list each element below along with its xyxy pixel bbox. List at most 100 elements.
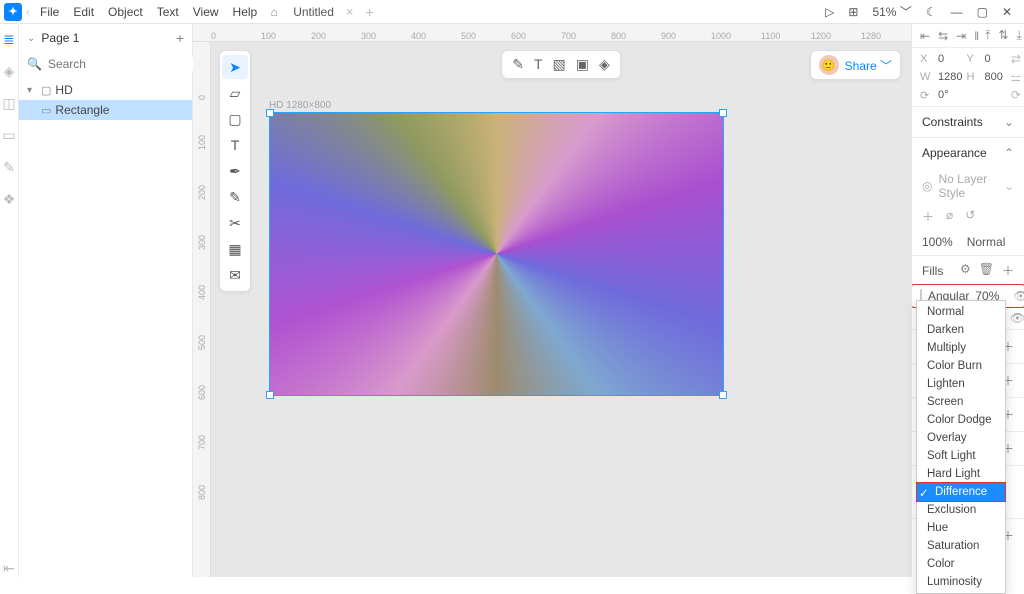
grid-tool-icon[interactable]: ▦ (222, 237, 248, 261)
blend-option-color-burn[interactable]: Color Burn (917, 357, 1005, 375)
play-icon[interactable]: ▷ (825, 5, 834, 19)
assets-icon[interactable]: ◈ (0, 62, 18, 80)
layer-style[interactable]: ◎ No Layer Style ⌄ (912, 168, 1024, 204)
lock-aspect-icon[interactable]: ⚍ (1007, 70, 1024, 84)
menu-file[interactable]: File (34, 3, 65, 21)
chevron-left-icon[interactable]: ‹ (26, 5, 30, 19)
blend-option-color[interactable]: Color (917, 555, 1005, 573)
align-right-icon[interactable]: ⇥ (956, 29, 966, 43)
maximize-icon[interactable]: ▢ (977, 5, 988, 19)
blend-option-exclusion[interactable]: Exclusion (917, 501, 1005, 519)
blend-option-luminosity[interactable]: Luminosity (917, 573, 1005, 591)
add-style-icon[interactable]: ＋ (922, 208, 934, 225)
menu-edit[interactable]: Edit (67, 3, 100, 21)
menu-view[interactable]: View (187, 3, 225, 21)
components-icon[interactable]: ◫ (0, 94, 18, 112)
styles-icon[interactable]: ▭ (0, 126, 18, 144)
y-label: Y (966, 53, 980, 65)
search-input[interactable] (48, 57, 203, 71)
collapse-icon[interactable]: ⇤ (0, 559, 18, 577)
swap-icon[interactable]: ⇄ (1007, 52, 1024, 66)
zoom-value[interactable]: 51% ﹀ (872, 3, 911, 20)
tree-item-rectangle[interactable]: ▭ Rectangle (19, 100, 192, 120)
blend-option-lighten[interactable]: Lighten (917, 375, 1005, 393)
stage[interactable]: ➤ ▱ ▢ T ✒ ✎ ✂ ▦ ✉ ✎ T ▧ ▣ (211, 42, 911, 577)
edit-icon[interactable]: ✎ (512, 56, 524, 73)
flip-icon[interactable]: ⟳ (1007, 88, 1024, 102)
blend-option-saturation[interactable]: Saturation (917, 537, 1005, 555)
resize-handle-br[interactable] (719, 391, 727, 399)
page-title[interactable]: Page 1 (41, 31, 169, 45)
align-center-v-icon[interactable]: ⇅ (998, 28, 1008, 43)
grid-icon[interactable]: ⊞ (848, 5, 858, 19)
menu-object[interactable]: Object (102, 3, 149, 21)
artboard[interactable] (269, 112, 724, 396)
text-tool-icon[interactable]: T (222, 133, 248, 157)
tree-item-hd[interactable]: ▾ ▢ HD (19, 80, 192, 100)
resize-handle-bl[interactable] (266, 391, 274, 399)
menu-help[interactable]: Help (227, 3, 264, 21)
text-icon[interactable]: T (534, 56, 543, 73)
h-value[interactable]: 800 (984, 71, 1002, 83)
w-value[interactable]: 1280 (938, 71, 962, 83)
fill-add-icon[interactable]: ＋ (1002, 262, 1014, 279)
slice-tool-icon[interactable]: ✂ (222, 211, 248, 235)
history-icon[interactable]: ❖ (0, 190, 18, 208)
app-logo-icon[interactable]: ✦ (4, 3, 22, 21)
twirl-icon[interactable]: ▾ (27, 85, 37, 96)
blend-option-screen[interactable]: Screen (917, 393, 1005, 411)
page-caret-icon[interactable]: ⌄ (27, 33, 35, 44)
avatar[interactable]: 🙂 (819, 55, 839, 75)
menu-text[interactable]: Text (151, 3, 185, 21)
align-bottom-icon[interactable]: ⤓ (1017, 28, 1022, 43)
align-center-h-icon[interactable]: ⇆ (938, 29, 948, 43)
document-title[interactable]: Untitled (285, 3, 342, 21)
constraints-section[interactable]: Constraints ⌄ (912, 106, 1024, 137)
share-button[interactable]: Share ﹀ (845, 57, 892, 74)
frame-tool-icon[interactable]: ▱ (222, 81, 248, 105)
pen-tool-icon[interactable]: ✒ (222, 159, 248, 183)
blend-option-soft-light[interactable]: Soft Light (917, 447, 1005, 465)
blend-option-hue[interactable]: Hue (917, 519, 1005, 537)
eye-icon[interactable]: 👁 (1010, 311, 1024, 325)
opacity-blend[interactable]: Normal (967, 235, 1006, 249)
link-style-icon[interactable]: ⌀ (946, 208, 953, 225)
align-left-icon[interactable]: ⇤ (920, 29, 930, 43)
comment-tool-icon[interactable]: ✉ (222, 263, 248, 287)
opacity-value[interactable]: 100% (922, 235, 953, 249)
resize-handle-tl[interactable] (266, 109, 274, 117)
x-value[interactable]: 0 (938, 53, 962, 65)
home-icon[interactable]: ⌂ (265, 5, 283, 19)
move-tool-icon[interactable]: ➤ (222, 55, 248, 79)
layers-ctx-icon[interactable]: ▧ (553, 56, 566, 73)
blend-option-color-dodge[interactable]: Color Dodge (917, 411, 1005, 429)
add-page-icon[interactable]: + (176, 30, 184, 46)
blend-option-hard-light[interactable]: Hard Light (917, 465, 1005, 483)
close-tab-icon[interactable]: × (346, 4, 354, 19)
plugins-icon[interactable]: ✎ (0, 158, 18, 176)
component-icon[interactable]: ◈ (599, 56, 610, 73)
eye-icon[interactable]: 👁 (1013, 289, 1024, 303)
fill-delete-icon[interactable]: 🗑 (979, 262, 994, 279)
blend-option-difference[interactable]: Difference (917, 483, 1005, 501)
rot-value[interactable]: 0° (938, 89, 962, 101)
pencil-tool-icon[interactable]: ✎ (222, 185, 248, 209)
theme-icon[interactable]: ☾ (926, 5, 937, 19)
distribute-h-icon[interactable]: ‖ (974, 29, 979, 43)
resize-handle-tr[interactable] (719, 109, 727, 117)
align-top-icon[interactable]: ⤒ (985, 28, 990, 43)
close-window-icon[interactable]: ✕ (1002, 5, 1012, 19)
group-icon[interactable]: ▣ (576, 56, 589, 73)
fill-settings-icon[interactable]: ⚙ (960, 262, 971, 279)
appearance-section[interactable]: Appearance ⌃ (912, 137, 1024, 168)
reset-style-icon[interactable]: ↺ (965, 208, 975, 225)
y-value[interactable]: 0 (984, 53, 1002, 65)
blend-option-multiply[interactable]: Multiply (917, 339, 1005, 357)
minimize-icon[interactable]: — (951, 5, 963, 19)
blend-option-normal[interactable]: Normal (917, 303, 1005, 321)
blend-option-darken[interactable]: Darken (917, 321, 1005, 339)
rect-tool-icon[interactable]: ▢ (222, 107, 248, 131)
add-tab-icon[interactable]: + (356, 4, 384, 20)
blend-option-overlay[interactable]: Overlay (917, 429, 1005, 447)
layers-icon[interactable]: ≣ (0, 30, 18, 48)
